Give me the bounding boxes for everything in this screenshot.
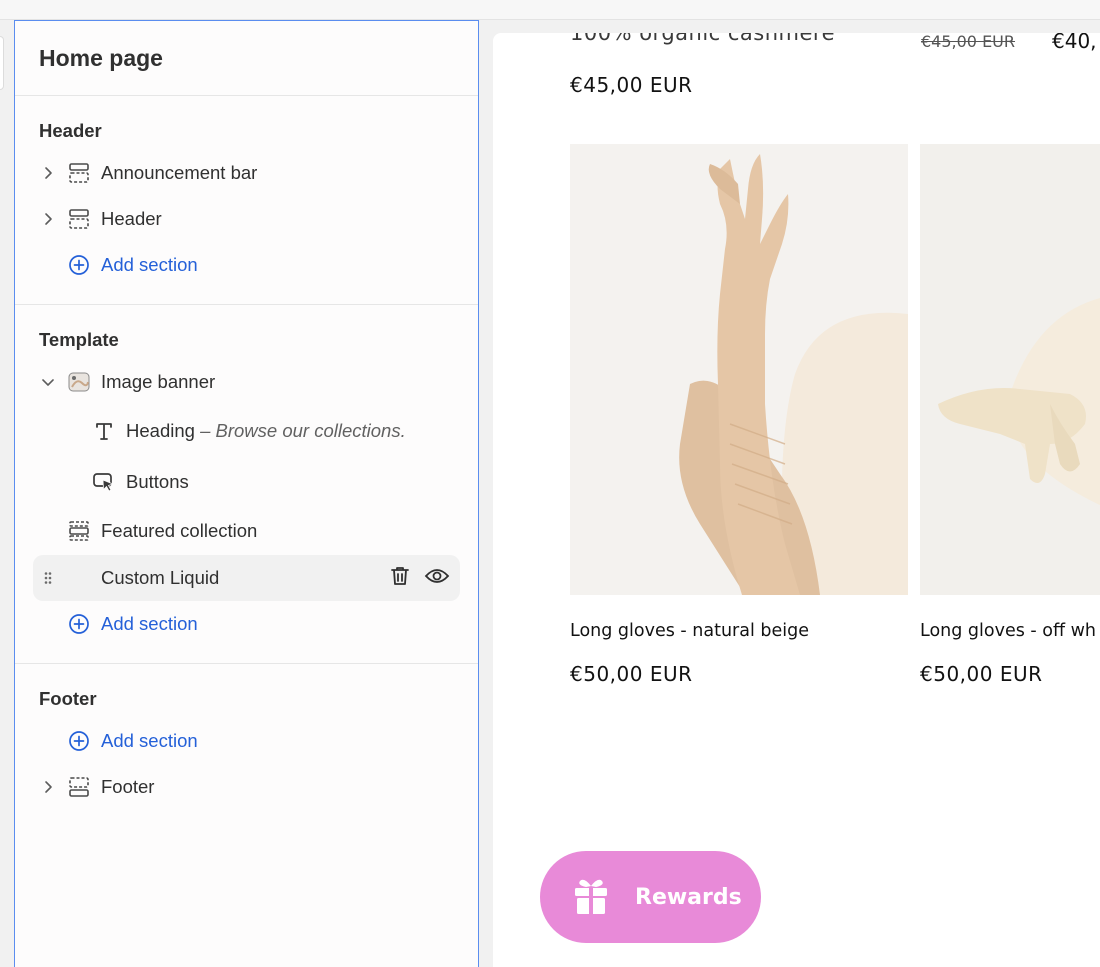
top-right-old-price: €45,00 EUR [921,33,1016,51]
section-layout-icon [67,207,91,231]
section-label: Announcement bar [101,162,258,183]
rewards-label: Rewards [635,884,742,910]
sections-sidebar: Home page Header Announcement bar Header [14,20,479,967]
section-label: Custom Liquid [101,567,220,588]
template-group: Template Image banner Heading – Browse o… [15,305,478,664]
collapsed-panel-edge[interactable] [0,36,4,90]
block-label: Buttons [126,471,189,492]
section-announcement-bar[interactable]: Announcement bar [15,150,478,196]
heading-label: Heading [126,420,195,441]
section-label: Footer [101,776,155,797]
eye-icon[interactable] [424,566,450,591]
chevron-right-icon[interactable] [40,779,56,795]
group-title-header: Header [39,120,102,141]
section-header[interactable]: Header [15,196,478,242]
add-section-label: Add section [101,254,198,275]
product-name-2[interactable]: Long gloves - off wh [920,621,1096,641]
add-section-label: Add section [101,730,198,751]
add-section-button-header[interactable]: Add section [15,242,478,288]
product-name-1[interactable]: Long gloves - natural beige [570,621,809,641]
plus-circle-icon [67,253,91,277]
group-title-footer: Footer [39,688,97,709]
block-heading[interactable]: Heading – Browse our collections. [15,405,478,457]
text-heading-icon [92,419,116,443]
top-right-price: €40, [1052,33,1097,53]
trash-icon[interactable] [390,565,410,592]
plus-circle-icon [67,729,91,753]
footer-group: Footer Add section Footer [15,664,478,826]
section-label: Header [101,208,162,229]
chevron-right-icon[interactable] [40,211,56,227]
top-product-name[interactable]: 100% organic cashmere [570,33,835,45]
add-section-button-footer[interactable]: Add section [15,718,478,764]
add-section-label: Add section [101,613,198,634]
section-label: Featured collection [101,520,258,541]
section-layout-icon [67,161,91,185]
section-featured-collection[interactable]: Featured collection [15,507,478,555]
row-actions [390,565,450,592]
section-footer[interactable]: Footer [15,764,478,810]
product-image-offwhite-gloves[interactable] [920,144,1100,595]
editor-top-bar [0,0,1100,20]
block-label: Heading – Browse our collections. [126,420,406,442]
add-section-button-template[interactable]: Add section [15,601,478,647]
section-layout-icon [67,519,91,543]
header-group: Header Announcement bar Header Add secti… [15,96,478,305]
page-title: Home page [15,21,478,96]
product-price-2: €50,00 EUR [920,662,1043,686]
section-layout-icon [67,775,91,799]
rewards-button[interactable]: Rewards [540,851,761,943]
product-image-beige-gloves[interactable] [570,144,908,595]
cursor-button-icon [92,470,116,494]
product-price-1: €50,00 EUR [570,662,693,686]
heading-detail: – Browse our collections. [200,420,406,441]
image-banner-thumbnail-icon [67,370,91,394]
section-image-banner[interactable]: Image banner [15,359,478,405]
section-custom-liquid[interactable]: Custom Liquid [33,555,460,601]
chevron-right-icon[interactable] [40,165,56,181]
chevron-down-icon[interactable] [40,374,56,390]
group-title-template: Template [39,329,119,350]
top-product-price: €45,00 EUR [570,73,693,97]
block-buttons[interactable]: Buttons [15,457,478,507]
section-label: Image banner [101,371,216,392]
gift-icon [574,877,608,920]
store-preview: 100% organic cashmere €45,00 EUR €45,00 … [493,33,1100,967]
plus-circle-icon [67,612,91,636]
drag-handle-icon[interactable] [40,570,56,586]
